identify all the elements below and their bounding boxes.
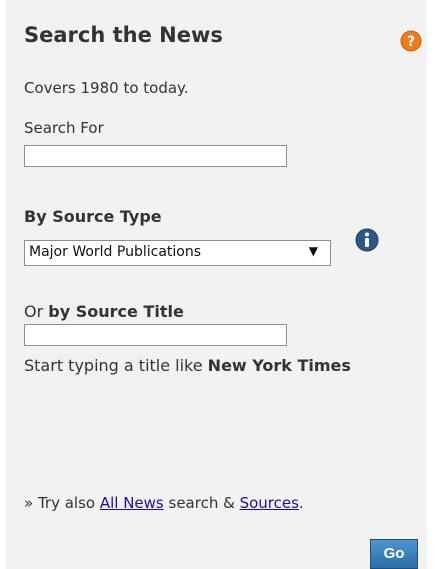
search-for-label: Search For: [24, 119, 104, 137]
hint-prefix: Start typing a title like: [24, 356, 208, 375]
sources-link[interactable]: Sources: [240, 494, 299, 512]
go-button[interactable]: Go: [370, 539, 418, 569]
search-for-input[interactable]: [24, 145, 287, 167]
svg-text:?: ?: [407, 34, 415, 50]
source-type-selected: Major World Publications: [29, 244, 202, 260]
source-title-prefix: Or: [24, 302, 49, 321]
source-title-strong: by Source Title: [48, 302, 184, 321]
search-news-panel: Search the News ? Covers 1980 to today. …: [6, 0, 427, 569]
try-also-line: » Try also All News search & Sources.: [24, 494, 304, 512]
coverage-text: Covers 1980 to today.: [24, 79, 189, 97]
help-icon[interactable]: ?: [400, 30, 422, 52]
source-title-hint: Start typing a title like New York Times: [24, 352, 404, 379]
source-type-label: By Source Type: [24, 207, 162, 226]
panel-title: Search the News: [24, 23, 223, 47]
hint-example: New York Times: [207, 356, 351, 375]
try-middle: search &: [163, 494, 240, 512]
try-prefix: » Try also: [24, 494, 100, 512]
source-title-label: Or by Source Title: [24, 302, 184, 321]
try-suffix: .: [298, 494, 304, 512]
all-news-link[interactable]: All News: [100, 494, 164, 512]
info-icon[interactable]: [355, 228, 379, 252]
source-type-select[interactable]: Major World Publications ▼: [24, 240, 331, 266]
dropdown-arrow-icon: ▼: [308, 244, 318, 258]
source-title-input[interactable]: [24, 324, 287, 346]
